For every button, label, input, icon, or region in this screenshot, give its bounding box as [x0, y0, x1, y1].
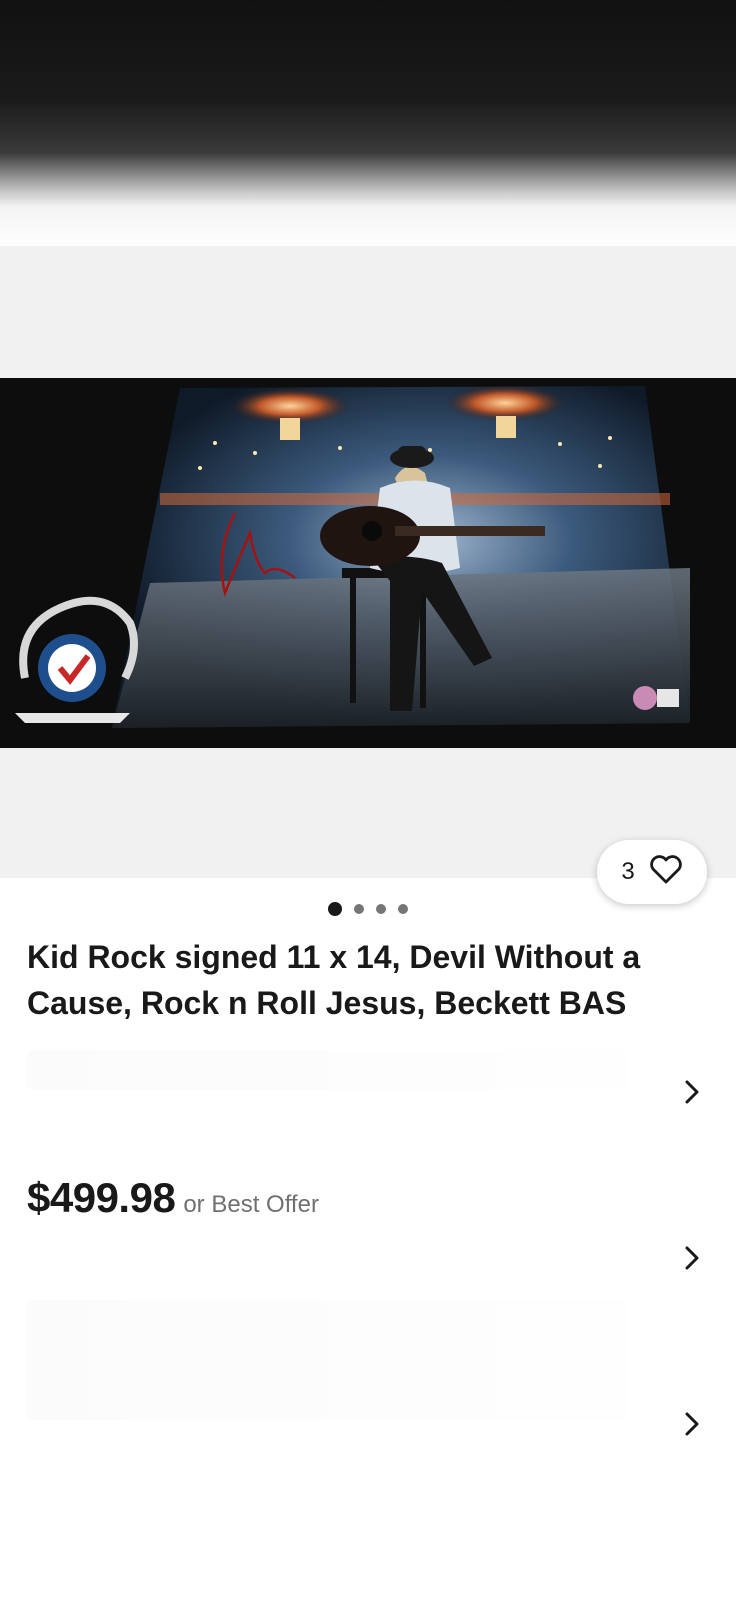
price-row: $499.98 or Best Offer [27, 1174, 319, 1222]
heart-icon [649, 854, 683, 890]
watch-count: 3 [621, 858, 635, 885]
pagination-dot[interactable] [398, 904, 408, 914]
chevron-right-icon[interactable] [678, 1078, 706, 1106]
listing-photo[interactable] [0, 378, 736, 748]
blurred-row [27, 1300, 627, 1420]
blurred-row [27, 1050, 627, 1090]
listing-title: Kid Rock signed 11 x 14, Devil Without a… [27, 939, 641, 1021]
watch-button[interactable]: 3 [597, 840, 707, 904]
previous-image-strip [0, 0, 736, 246]
price: $499.98 [27, 1174, 176, 1221]
gallery-pagination [0, 902, 736, 916]
chevron-right-icon[interactable] [678, 1410, 706, 1438]
pagination-dot[interactable] [376, 904, 386, 914]
pagination-dot-active[interactable] [328, 902, 342, 916]
best-offer-label: or Best Offer [183, 1191, 319, 1218]
pagination-dot[interactable] [354, 904, 364, 914]
chevron-right-icon[interactable] [678, 1244, 706, 1272]
